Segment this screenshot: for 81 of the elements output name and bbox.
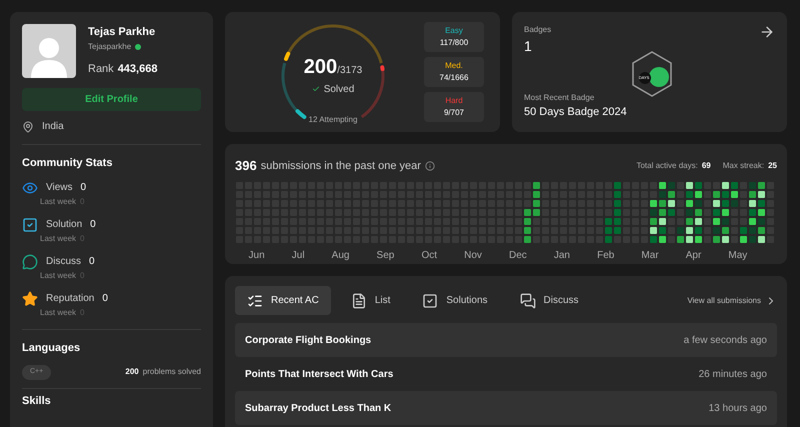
month-label: Sep bbox=[376, 248, 394, 262]
stat-label: Solution bbox=[46, 218, 82, 232]
month-label: Feb bbox=[597, 248, 614, 262]
star-icon bbox=[22, 290, 38, 306]
chat-bubbles-icon bbox=[520, 292, 536, 308]
submission-row[interactable]: Subarray Product Less Than K 13 hours ago bbox=[235, 391, 777, 425]
submission-row[interactable]: Corporate Flight Bookings a few seconds ago bbox=[235, 323, 777, 357]
stat-sublabel: Last week bbox=[40, 270, 76, 282]
badges-label: Badges bbox=[524, 24, 552, 36]
stat-sublabel: Last week bbox=[40, 306, 76, 318]
difficulty-label: Hard bbox=[445, 95, 463, 107]
stat-label: Discuss bbox=[46, 255, 82, 269]
stat-sublabel: Last week bbox=[40, 232, 76, 244]
attempting-label: 12 Attempting bbox=[308, 114, 358, 126]
section-title: Skills bbox=[22, 394, 52, 408]
location-pin-icon bbox=[22, 120, 34, 132]
total-count: /3173 bbox=[337, 64, 362, 78]
problem-count-label: problems solved bbox=[142, 366, 201, 378]
month-label: Jul bbox=[292, 248, 305, 262]
view-all-link[interactable]: View all submissions bbox=[687, 294, 777, 306]
submission-title: Points That Intersect With Cars bbox=[245, 368, 394, 382]
solved-label: Solved bbox=[324, 82, 354, 96]
section-title: Languages bbox=[22, 340, 82, 356]
badges-count: 1 bbox=[524, 37, 532, 56]
stat-label: Reputation bbox=[46, 292, 94, 306]
check-icon bbox=[312, 85, 320, 93]
checklist-icon bbox=[247, 292, 263, 308]
max-streak-label: Max streak: bbox=[722, 160, 764, 172]
username: Tejasparkhe bbox=[88, 40, 132, 52]
badge-hexagon-icon bbox=[630, 50, 674, 98]
solved-count: 200 bbox=[304, 54, 338, 80]
active-days-value: 69 bbox=[702, 160, 711, 172]
stat-value: 0 bbox=[90, 218, 96, 232]
submission-time: a few seconds ago bbox=[684, 334, 767, 348]
tab[interactable]: Discuss bbox=[508, 286, 591, 315]
month-label: Oct bbox=[421, 248, 437, 262]
month-label: Jun bbox=[248, 248, 265, 262]
month-label: Apr bbox=[686, 248, 702, 262]
stat-sublabel: Last week bbox=[40, 196, 76, 208]
max-streak-value: 25 bbox=[768, 160, 777, 172]
rank-value: 443,668 bbox=[118, 62, 158, 76]
user-name: Tejas Parkhe bbox=[88, 25, 156, 40]
difficulty-count: 117/800 bbox=[440, 37, 468, 49]
recent-badge-label: Most Recent Badge bbox=[524, 92, 596, 104]
rank-label: Rank bbox=[88, 62, 114, 76]
tab[interactable]: Recent AC bbox=[235, 286, 331, 315]
problem-count: 200 bbox=[125, 366, 139, 378]
month-label: Jan bbox=[554, 248, 570, 262]
month-label: Aug bbox=[332, 248, 350, 262]
difficulty-count: 74/1666 bbox=[440, 72, 468, 84]
stat-value: 0 bbox=[89, 255, 95, 269]
month-label: Mar bbox=[641, 248, 659, 262]
month-label: Dec bbox=[508, 248, 527, 262]
submission-text: submissions in the past one year bbox=[260, 158, 421, 174]
stat-value: 0 bbox=[102, 292, 108, 306]
submission-title: Corporate Flight Bookings bbox=[245, 334, 372, 348]
submission-time: 26 minutes ago bbox=[698, 368, 767, 382]
chat-bubble-icon bbox=[22, 254, 38, 270]
submission-row[interactable]: Points That Intersect With Cars 26 minutes ago bbox=[235, 357, 777, 391]
document-icon bbox=[350, 292, 367, 308]
submission-time: 13 hours ago bbox=[708, 402, 767, 416]
info-icon[interactable] bbox=[424, 160, 435, 171]
tab[interactable]: List bbox=[338, 286, 402, 315]
section-title: Community Stats bbox=[22, 156, 114, 171]
check-square-icon bbox=[22, 216, 38, 232]
stat-label: Views bbox=[46, 181, 72, 195]
difficulty-count: 9/707 bbox=[444, 107, 464, 119]
location: India bbox=[42, 120, 64, 134]
active-days-label: Total active days: bbox=[636, 160, 698, 172]
tab[interactable]: Solutions bbox=[410, 286, 500, 315]
edit-profile-button[interactable]: Edit Profile bbox=[22, 88, 201, 111]
submission-title: Subarray Product Less Than K bbox=[245, 402, 392, 416]
stat-value: 0 bbox=[80, 181, 86, 195]
month-label: Nov bbox=[464, 248, 482, 262]
recent-badge-name: 50 Days Badge 2024 bbox=[524, 104, 628, 120]
difficulty-label: Med. bbox=[445, 60, 463, 72]
check-square-icon bbox=[422, 292, 438, 308]
difficulty-label: Easy bbox=[445, 25, 463, 37]
submission-count: 396 bbox=[235, 157, 257, 175]
month-label: May bbox=[728, 248, 748, 262]
eye-icon bbox=[22, 180, 38, 196]
